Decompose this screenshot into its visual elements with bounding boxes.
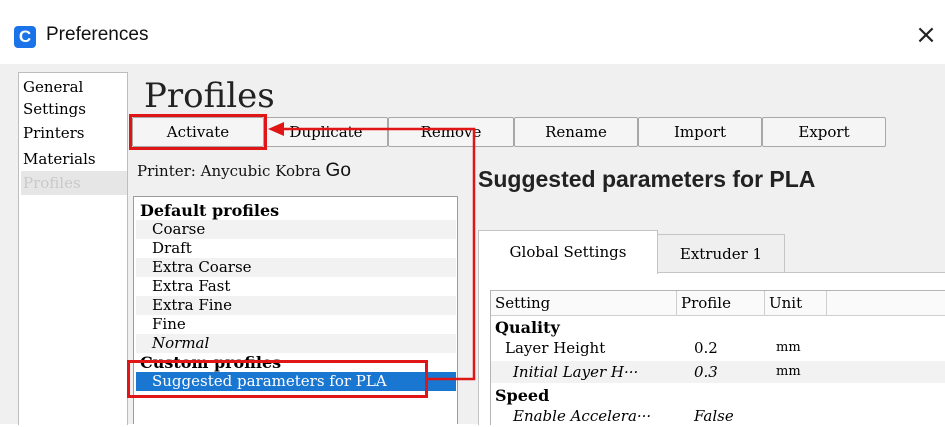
duplicate-button[interactable]: Duplicate: [264, 117, 388, 147]
column-header-empty: [827, 291, 945, 316]
table-category-row: Quality: [491, 317, 945, 339]
list-section-header: Default profiles: [140, 201, 280, 220]
profile-value: 0.3: [694, 363, 718, 381]
settings-table: Setting Profile Unit Quality Layer Heigh…: [490, 290, 945, 425]
table-row[interactable]: Initial Layer H··· 0.3 mm: [491, 361, 945, 383]
list-item[interactable]: Extra Fine: [136, 296, 456, 315]
list-item[interactable]: Extra Coarse: [136, 258, 456, 277]
activate-button[interactable]: Activate: [132, 117, 264, 147]
rename-button[interactable]: Rename: [514, 117, 638, 147]
sidebar-item-general[interactable]: General: [21, 75, 127, 99]
list-item-selected[interactable]: Suggested parameters for PLA: [136, 372, 456, 391]
profile-detail-title: Suggested parameters for PLA: [478, 166, 816, 192]
table-row[interactable]: Layer Height 0.2 mm: [491, 337, 945, 359]
list-item[interactable]: Coarse: [136, 220, 456, 239]
import-button[interactable]: Import: [638, 117, 762, 147]
column-header-unit[interactable]: Unit: [765, 291, 827, 316]
printer-name-suffix: Go: [325, 160, 351, 181]
list-item[interactable]: Draft: [136, 239, 456, 258]
list-section-header: Custom profiles: [140, 353, 282, 372]
remove-button[interactable]: Remove: [388, 117, 514, 147]
unit-value: mm: [776, 364, 801, 379]
column-header-profile[interactable]: Profile: [677, 291, 765, 316]
table-category-row: Speed: [491, 385, 945, 407]
sidebar-item-printers[interactable]: Printers: [21, 121, 127, 145]
printer-name: Printer: Anycubic Kobra: [137, 162, 321, 180]
setting-name: Initial Layer H···: [513, 363, 639, 381]
tab-global-settings[interactable]: Global Settings: [478, 230, 658, 274]
list-item[interactable]: Fine: [136, 315, 456, 334]
sidebar: General Settings Printers Materials Prof…: [18, 72, 128, 425]
export-button[interactable]: Export: [762, 117, 886, 147]
tab-extruder-1[interactable]: Extruder 1: [657, 234, 785, 273]
sidebar-item-materials[interactable]: Materials: [21, 147, 127, 171]
category-label: Speed: [495, 386, 550, 405]
sidebar-item-profiles[interactable]: Profiles: [21, 171, 127, 195]
profile-list[interactable]: Default profiles Coarse Draft Extra Coar…: [133, 196, 458, 424]
cura-c-icon: C: [14, 26, 36, 48]
page-title: Profiles: [144, 76, 275, 116]
column-header-setting[interactable]: Setting: [491, 291, 677, 316]
list-item-active[interactable]: Normal: [136, 334, 456, 353]
setting-name: Layer Height: [505, 339, 606, 357]
sidebar-item-settings[interactable]: Settings: [21, 97, 127, 121]
close-icon[interactable]: ×: [912, 20, 940, 50]
unit-value: mm: [776, 340, 801, 355]
profile-value: 0.2: [694, 339, 718, 357]
category-label: Quality: [495, 318, 560, 337]
list-item[interactable]: Extra Fast: [136, 277, 456, 296]
window-title: Preferences: [46, 24, 149, 45]
printer-label: Printer: Anycubic Kobra Go: [137, 160, 351, 182]
